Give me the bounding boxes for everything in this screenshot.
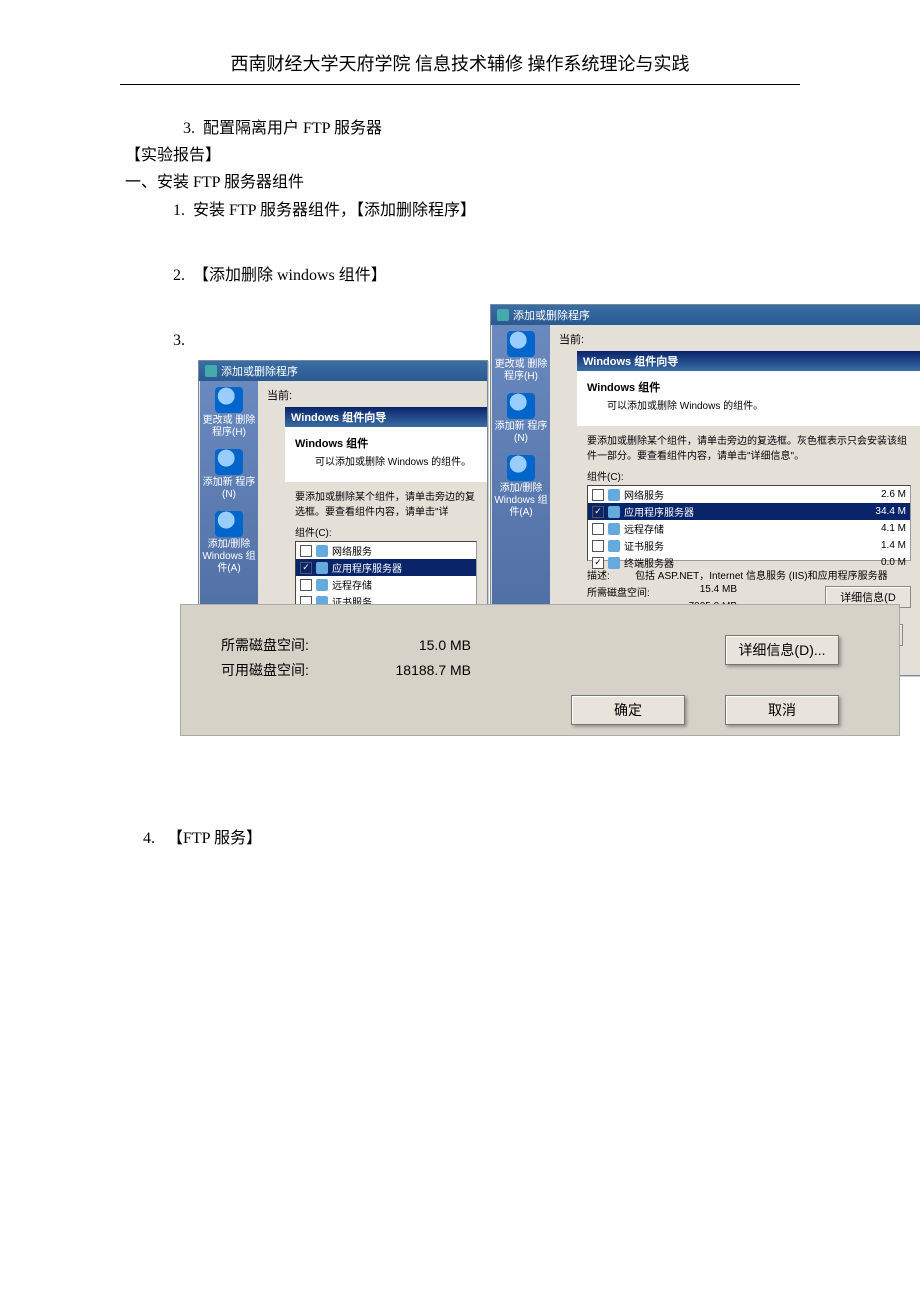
components-label: 组件(C):	[295, 524, 477, 539]
list-item: 证书服务1.4 M	[588, 537, 910, 554]
window-title: 添加或删除程序	[221, 363, 298, 379]
checkbox[interactable]	[592, 523, 604, 535]
detail-button[interactable]: 详细信息(D)...	[725, 635, 839, 665]
titlebar: 添加或删除程序	[199, 361, 487, 381]
req-label: 所需磁盘空间:	[587, 584, 667, 599]
list-item: 远程存储	[296, 576, 476, 593]
report-heading: 【实验报告】	[125, 142, 920, 169]
desc-text: 包括 ASP.NET，Internet 信息服务 (IIS)和应用程序服务器	[635, 567, 888, 582]
disk-space-panel: 所需磁盘空间:15.0 MB 可用磁盘空间:18188.7 MB 详细信息(D)…	[180, 604, 900, 736]
component-icon	[608, 523, 620, 535]
checkbox[interactable]	[592, 489, 604, 501]
sidebar-add-new[interactable]: 添加新 程序(N)	[492, 393, 550, 445]
desc-label: 描述:	[587, 567, 635, 582]
req-val: 15.4 MB	[667, 584, 737, 599]
current-label: 当前:	[267, 390, 292, 402]
list-item: 应用程序服务器34.4 M	[588, 503, 910, 520]
wp-head: Windows 组件	[295, 435, 477, 451]
window-title: 添加或删除程序	[513, 307, 590, 323]
windows-comp-icon	[215, 511, 243, 537]
li-3: 配置隔离用户 FTP 服务器	[203, 120, 382, 137]
component-icon	[608, 506, 620, 518]
list-item: 应用程序服务器	[296, 559, 476, 576]
sidebar-windows-comp[interactable]: 添加/删除 Windows 组件(A)	[200, 511, 258, 575]
wizard-panel: Windows 组件 可以添加或删除 Windows 的组件。	[577, 371, 920, 426]
sidebar-add-new[interactable]: 添加新 程序(N)	[200, 449, 258, 501]
cd-plus-icon	[215, 449, 243, 475]
checkbox[interactable]	[592, 506, 604, 518]
component-icon	[608, 489, 620, 501]
component-icon	[608, 540, 620, 552]
wizard-titlebar: Windows 组件向导	[285, 407, 487, 427]
list-item: 远程存储4.1 M	[588, 520, 910, 537]
req-space-value: 15.0 MB	[351, 633, 471, 658]
windows-comp-icon	[507, 455, 535, 481]
addremove-icon	[497, 309, 509, 321]
component-icon	[316, 545, 328, 557]
wp-head: Windows 组件	[587, 379, 911, 395]
wizard-panel: Windows 组件 可以添加或删除 Windows 的组件。	[285, 427, 487, 482]
instructions: 要添加或删除某个组件，请单击旁边的复选框。灰色框表示只会安装该组件一部分。要查看…	[587, 432, 911, 462]
sidebar-windows-comp[interactable]: 添加/删除 Windows 组件(A)	[492, 455, 550, 519]
avail-space-value: 18188.7 MB	[351, 658, 471, 683]
wp-sub: 可以添加或删除 Windows 的组件。	[315, 453, 477, 468]
step-4: 【FTP 服务】	[167, 830, 262, 847]
sidebar-change-remove[interactable]: 更改或 删除 程序(H)	[492, 331, 550, 383]
page-header: 西南财经大学天府学院 信息技术辅修 操作系统理论与实践	[120, 50, 800, 85]
req-space-label: 所需磁盘空间:	[221, 633, 351, 658]
avail-space-label: 可用磁盘空间:	[221, 658, 351, 683]
component-icon	[316, 562, 328, 574]
list-item: 网络服务2.6 M	[588, 486, 910, 503]
cancel-button[interactable]: 取消	[725, 695, 839, 725]
box-icon	[215, 387, 243, 413]
component-icon	[316, 579, 328, 591]
components-listbox[interactable]: 网络服务2.6 M 应用程序服务器34.4 M 远程存储4.1 M 证书服务1.…	[587, 485, 911, 561]
wizard-titlebar: Windows 组件向导	[577, 351, 920, 371]
section-1: 一、安装 FTP 服务器组件	[125, 169, 920, 196]
wp-sub: 可以添加或删除 Windows 的组件。	[607, 397, 911, 412]
titlebar: 添加或删除程序	[491, 305, 920, 325]
checkbox[interactable]	[592, 540, 604, 552]
checkbox[interactable]	[300, 545, 312, 557]
current-label: 当前:	[559, 334, 584, 346]
step-1: 安装 FTP 服务器组件，【添加删除程序】	[193, 202, 476, 219]
list-item: 网络服务	[296, 542, 476, 559]
components-label: 组件(C):	[587, 468, 911, 483]
box-icon	[507, 331, 535, 357]
addremove-icon	[205, 365, 217, 377]
checkbox[interactable]	[300, 562, 312, 574]
sidebar-change-remove[interactable]: 更改或 删除 程序(H)	[200, 387, 258, 439]
ok-button[interactable]: 确定	[571, 695, 685, 725]
step-2: 【添加删除 windows 组件】	[193, 267, 387, 284]
checkbox[interactable]	[300, 579, 312, 591]
instructions: 要添加或删除某个组件，请单击旁边的复选框。要查看组件内容，请单击"详	[295, 488, 477, 518]
cd-plus-icon	[507, 393, 535, 419]
